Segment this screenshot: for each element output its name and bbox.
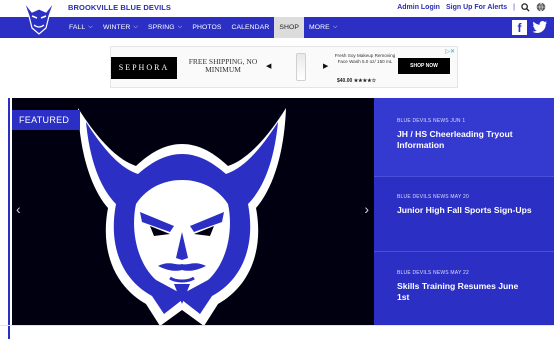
news-item[interactable]: BLUE DEVILS NEWS JUN 1 JH / HS Cheerlead… bbox=[374, 98, 554, 176]
news-meta: BLUE DEVILS NEWS JUN 1 bbox=[397, 118, 466, 124]
chevron-down-icon: ⌵ bbox=[332, 24, 338, 30]
news-title[interactable]: Skills Training Resumes June 1st bbox=[397, 281, 554, 303]
nav-item-winter[interactable]: WINTER ⌵ bbox=[98, 17, 143, 38]
twitter-icon[interactable] bbox=[532, 20, 548, 40]
news-item[interactable]: BLUE DEVILS NEWS MAY 20 Junior High Fall… bbox=[374, 177, 554, 251]
site-name[interactable]: BROOKVILLE BLUE DEVILS bbox=[68, 3, 171, 12]
sign-up-alerts-link[interactable]: Sign Up For Alerts bbox=[446, 4, 507, 11]
nav-item-calendar[interactable]: CALENDAR bbox=[227, 17, 275, 38]
nav-item-photos[interactable]: PHOTOS bbox=[187, 17, 226, 38]
team-logo[interactable] bbox=[22, 0, 56, 36]
news-meta: BLUE DEVILS NEWS MAY 20 bbox=[397, 194, 469, 200]
ad-next-icon[interactable]: ▶ bbox=[323, 62, 328, 70]
top-links: Admin Login Sign Up For Alerts | bbox=[397, 2, 546, 12]
chevron-right-icon[interactable]: › bbox=[364, 201, 369, 217]
news-panel: BLUE DEVILS NEWS JUN 1 JH / HS Cheerlead… bbox=[374, 98, 554, 325]
facebook-icon[interactable]: f bbox=[512, 20, 527, 35]
ad-product-image bbox=[296, 53, 306, 81]
ad-band: SEPHORA FREE SHIPPING, NO MINIMUM ◀ ▶ Fr… bbox=[0, 38, 554, 98]
featured-label: FEATURED bbox=[12, 110, 80, 130]
rating-stars: ★★★★☆ bbox=[353, 78, 377, 84]
news-item[interactable]: BLUE DEVILS NEWS MAY 22 Skills Training … bbox=[374, 252, 554, 325]
left-rule bbox=[8, 98, 10, 339]
featured-slider[interactable]: FEATURED ‹ › bbox=[12, 98, 374, 325]
nav-item-spring[interactable]: SPRING ⌵ bbox=[143, 17, 187, 38]
ad-price: $40.00 ★★★★☆ bbox=[337, 78, 377, 84]
ad-offer-text: FREE SHIPPING, NO MINIMUM bbox=[188, 57, 258, 75]
blue-devil-image bbox=[58, 100, 306, 325]
ad-prev-icon[interactable]: ◀ bbox=[266, 62, 271, 70]
nav-item-more[interactable]: MORE ⌵ bbox=[304, 17, 342, 38]
chevron-left-icon[interactable]: ‹ bbox=[16, 201, 21, 217]
top-bar: BROOKVILLE BLUE DEVILS Admin Login Sign … bbox=[0, 0, 554, 17]
bottom-rule bbox=[0, 325, 554, 326]
main-nav: FALL ⌵ WINTER ⌵ SPRING ⌵ PHOTOS CALENDAR SH… bbox=[0, 17, 554, 38]
chevron-down-icon: ⌵ bbox=[133, 24, 138, 30]
nav-items: FALL ⌵ WINTER ⌵ SPRING ⌵ PHOTOS CALENDAR SH… bbox=[64, 17, 342, 38]
ad-choices-icon[interactable]: ▷✕ bbox=[445, 48, 455, 55]
ad-shop-button[interactable]: SHOP NOW bbox=[398, 58, 450, 74]
chevron-down-icon: ⌵ bbox=[88, 24, 93, 30]
advertisement[interactable]: SEPHORA FREE SHIPPING, NO MINIMUM ◀ ▶ Fr… bbox=[110, 46, 458, 88]
nav-item-fall[interactable]: FALL ⌵ bbox=[64, 17, 98, 38]
social-links: f bbox=[512, 20, 548, 40]
separator: | bbox=[513, 3, 515, 11]
news-title[interactable]: JH / HS Cheerleading Tryout Information bbox=[397, 129, 554, 151]
chevron-down-icon: ⌵ bbox=[177, 24, 183, 30]
search-icon[interactable] bbox=[521, 2, 530, 12]
globe-icon[interactable] bbox=[536, 2, 546, 12]
news-title[interactable]: Junior High Fall Sports Sign-Ups bbox=[397, 205, 554, 216]
news-meta: BLUE DEVILS NEWS MAY 22 bbox=[397, 270, 469, 276]
nav-item-shop[interactable]: SHOP bbox=[274, 17, 305, 38]
ad-brand-logo: SEPHORA bbox=[111, 57, 177, 79]
ad-product-name: Fresh Soy Makeup Removing Face Wash 5.0 … bbox=[334, 53, 396, 64]
admin-login-link[interactable]: Admin Login bbox=[397, 4, 440, 11]
